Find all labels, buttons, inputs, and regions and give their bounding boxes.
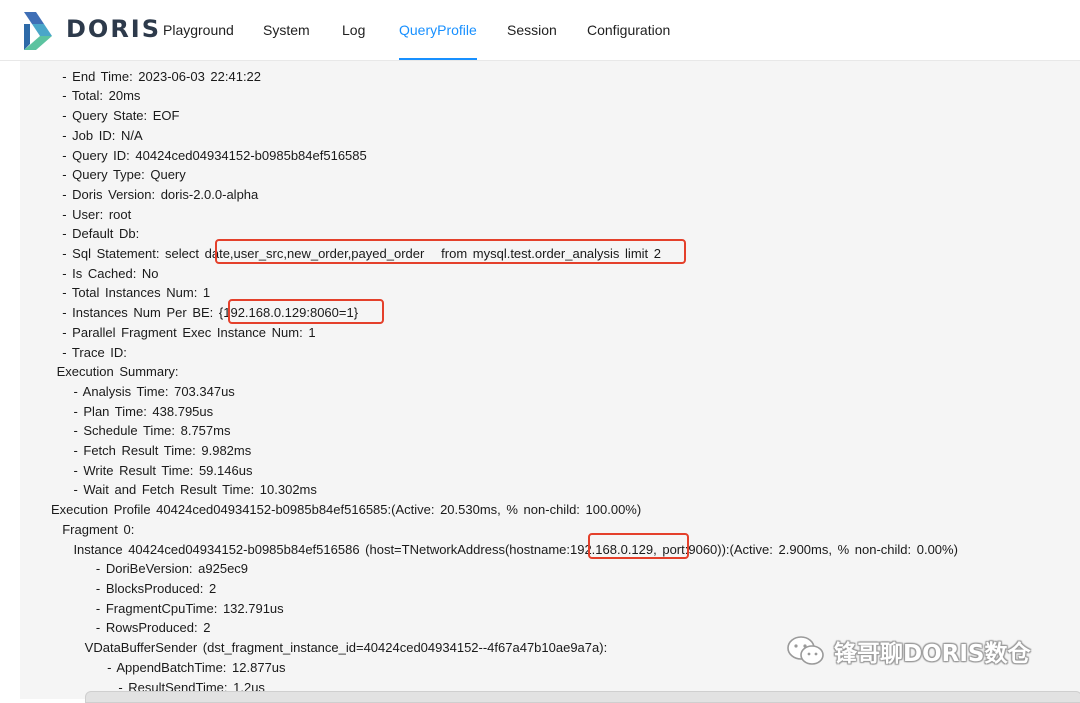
wechat-icon [787,636,824,665]
profile-line: - Start Time: 2023-06-03 22:41:22 [51,61,265,64]
top-nav-bar: DORIS Playground System Log QueryProfile… [0,0,1080,61]
profile-line: - Write Result Time: 59.146us [73,462,253,478]
profile-line: - Total Instances Num: 1 [62,285,211,301]
query-profile-panel: - Start Time: 2023-06-03 22:41:22 - End … [20,61,1080,699]
profile-line: - Trace ID: [62,344,127,360]
profile-line: - Total: 20ms [62,88,141,104]
profile-line: - Fetch Result Time: 9.982ms [73,443,252,459]
profile-line: - Analysis Time: 703.347us [73,383,235,399]
nav-item-system[interactable]: System [263,0,310,58]
window-edge [85,691,1080,703]
profile-line: - Parallel Fragment Exec Instance Num: 1 [62,324,316,340]
watermark-text: 锋哥聊DORIS数仓 [834,641,1031,667]
profile-line: - User: root [62,206,132,222]
profile-line: - Wait and Fetch Result Time: 10.302ms [73,482,317,498]
profile-line: Execution Profile 40424ced04934152-b0985… [51,502,642,518]
brand-name[interactable]: DORIS [66,15,161,43]
profile-line: - BlocksProduced: 2 [95,580,217,596]
profile-line: - AppendBatchTime: 12.877us [107,659,286,675]
profile-line: Instance 40424ced04934152-b0985b84ef5165… [73,541,958,557]
profile-line: - Schedule Time: 8.757ms [73,423,231,439]
profile-line: - Query Type: Query [62,167,186,183]
profile-line: Execution Summary: [56,364,179,380]
profile-line: Fragment 0: [62,521,135,537]
instances-per-be-highlight [228,299,384,324]
doris-logo-icon[interactable] [22,10,56,52]
nav-item-session[interactable]: Session [507,0,557,58]
profile-line: - Doris Version: doris-2.0.0-alpha [62,186,259,202]
hostname-highlight [588,533,689,559]
profile-line: - FragmentCpuTime: 132.791us [95,600,284,616]
profile-line: - Query State: EOF [62,108,180,124]
profile-line: - RowsProduced: 2 [95,620,211,636]
sql-statement-highlight [215,239,686,264]
profile-line: - Job ID: N/A [62,127,143,143]
nav-item-log[interactable]: Log [342,0,365,58]
profile-line: - Default Db: [62,226,140,242]
profile-line: VDataBufferSender (dst_fragment_instance… [84,640,608,656]
query-profile-text: - Start Time: 2023-06-03 22:41:22 - End … [51,61,958,697]
profile-line: - Query ID: 40424ced04934152-b0985b84ef5… [62,147,367,163]
profile-line: - DoriBeVersion: a925ec9 [95,561,249,577]
nav-item-playground[interactable]: Playground [163,0,234,58]
profile-line: - End Time: 2023-06-03 22:41:22 [62,68,262,84]
nav-item-queryprofile[interactable]: QueryProfile [399,0,477,60]
profile-line: - Plan Time: 438.795us [73,403,214,419]
nav-item-configuration[interactable]: Configuration [587,0,670,58]
wechat-watermark: 锋哥聊DORIS数仓 [786,634,1030,668]
profile-line: - Is Cached: No [62,265,159,281]
